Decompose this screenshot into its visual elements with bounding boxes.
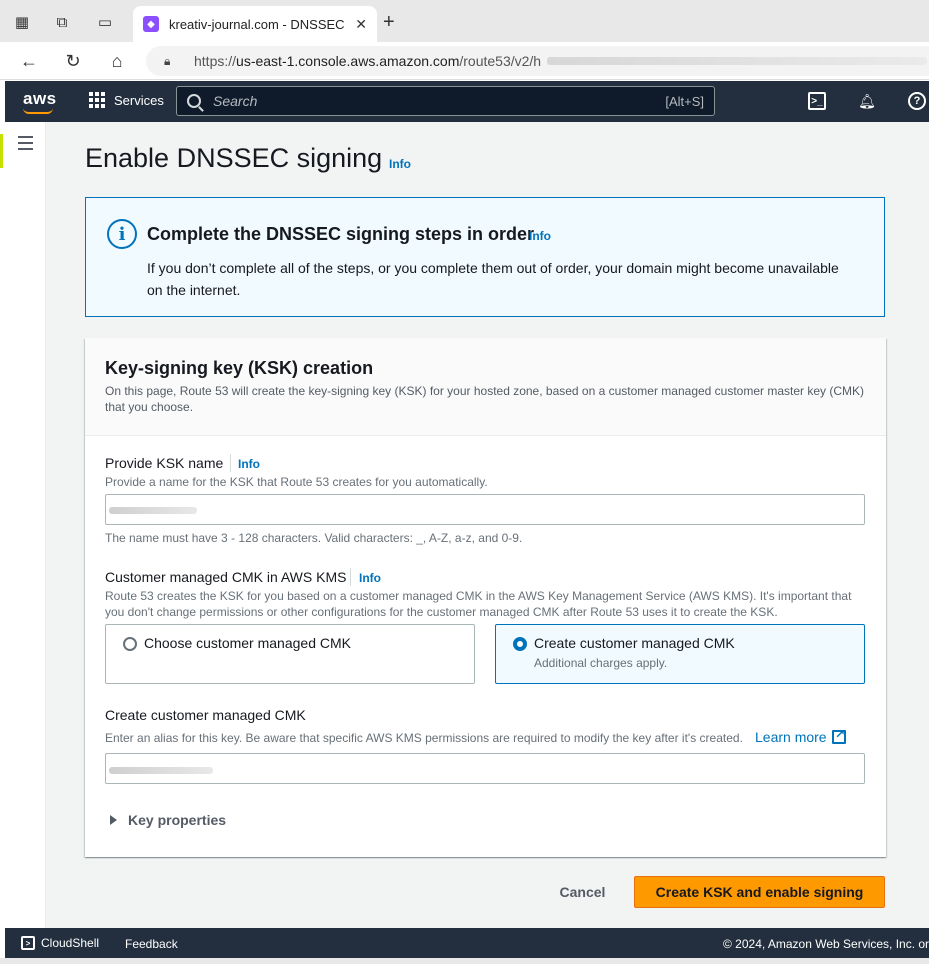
learn-more-link[interactable]: Learn more [755, 729, 827, 745]
route53-favicon-icon: ◆ [143, 16, 159, 32]
cmk-info-link[interactable]: Info [359, 571, 381, 585]
cmk-label: Customer managed CMK in AWS KMS [105, 569, 347, 585]
label-divider [350, 568, 351, 586]
panel-title: Key-signing key (KSK) creation [105, 358, 374, 378]
ksk-name-description: Provide a name for the KSK that Route 53… [105, 475, 488, 489]
services-menu-button[interactable]: Services [89, 92, 164, 108]
create-cmk-description: Enter an alias for this key. Be aware th… [105, 731, 743, 745]
url-host: us-east-1.console.aws.amazon.com [236, 53, 460, 69]
reload-icon[interactable]: ↻ [62, 50, 84, 72]
ksk-name-input[interactable] [105, 494, 865, 525]
radio-create-cmk[interactable] [513, 637, 527, 651]
cmk-alias-redacted-value [109, 767, 213, 774]
search-shortcut: [Alt+S] [665, 93, 704, 109]
side-navigation [5, 122, 46, 928]
help-icon[interactable]: ? [908, 92, 926, 110]
alert-info-link[interactable]: Info [529, 229, 551, 243]
grid-icon [89, 92, 105, 108]
close-tab-icon[interactable]: ✕ [355, 16, 367, 33]
workspaces-icon[interactable]: ⧉ [52, 12, 72, 32]
page-info-link[interactable]: Info [389, 157, 411, 171]
tab-actions-icon[interactable]: ▭ [95, 12, 115, 32]
caret-right-icon [110, 815, 117, 825]
copyright-text: © 2024, Amazon Web Services, Inc. or [723, 937, 929, 951]
cloudshell-label: CloudShell [41, 936, 100, 950]
ksk-name-constraint: The name must have 3 - 128 characters. V… [105, 531, 523, 545]
aws-top-nav: aws Services Search [Alt+S] >_ 🔔︎ ? [5, 81, 929, 122]
new-tab-icon[interactable]: + [383, 11, 395, 34]
feedback-link[interactable]: Feedback [125, 937, 178, 951]
lock-icon: 🔒︎ [164, 53, 171, 68]
services-label: Services [114, 92, 164, 108]
ksk-name-redacted-value [109, 507, 197, 514]
url-path: /route53/v2/h [459, 53, 542, 69]
alert-text: If you don’t complete all of the steps, … [147, 260, 839, 298]
choose-cmk-label: Choose customer managed CMK [144, 635, 351, 651]
edge-marker [0, 134, 3, 168]
cloudshell-footer-button[interactable]: > CloudShell [21, 936, 99, 950]
create-cmk-field-label: Create customer managed CMK [105, 707, 306, 723]
info-circle-icon: i [107, 219, 137, 249]
window-bottom-strip [0, 958, 929, 964]
ksk-name-label: Provide KSK name [105, 455, 224, 471]
cmk-alias-input[interactable] [105, 753, 865, 784]
aws-logo[interactable]: aws [23, 89, 57, 109]
search-input[interactable]: Search [Alt+S] [176, 86, 715, 116]
home-icon[interactable]: ⌂ [106, 50, 128, 72]
browser-address-bar: ← ↻ ⌂ 🔒︎ https:// us-east-1.console.aws.… [0, 42, 929, 80]
info-alert: i Complete the DNSSEC signing steps in o… [85, 197, 885, 317]
search-placeholder: Search [213, 93, 258, 109]
external-link-icon[interactable] [832, 727, 846, 744]
alert-title: Complete the DNSSEC signing steps in ord… [147, 224, 535, 244]
tab-title: kreativ-journal.com - DNSSEC sig [169, 16, 348, 32]
profile-avatar-icon[interactable]: ▦ [12, 12, 32, 32]
panel-header: Key-signing key (KSK) creation On this p… [85, 338, 886, 436]
radio-choose-cmk[interactable] [123, 637, 137, 651]
panel-description: On this page, Route 53 will create the k… [105, 384, 865, 414]
create-cmk-label: Create customer managed CMK [534, 635, 735, 651]
cancel-button[interactable]: Cancel [540, 876, 625, 908]
hamburger-menu-icon[interactable] [18, 136, 33, 154]
browser-tab-active[interactable]: ◆ kreativ-journal.com - DNSSEC sig ✕ [133, 6, 377, 42]
cloudshell-icon: > [21, 936, 35, 950]
page-title: Enable DNSSEC signing [85, 143, 383, 173]
label-divider [230, 454, 231, 472]
radio-tile-create-cmk[interactable]: Create customer managed CMK Additional c… [495, 624, 865, 684]
radio-tile-choose-cmk[interactable]: Choose customer managed CMK [105, 624, 475, 684]
search-icon [187, 94, 201, 108]
notifications-bell-icon[interactable]: 🔔︎ [858, 92, 876, 110]
url-redacted [547, 57, 928, 65]
back-icon[interactable]: ← [18, 50, 40, 72]
key-properties-expander[interactable]: Key properties [110, 812, 226, 828]
url-prefix: https:// [194, 53, 237, 69]
key-properties-label: Key properties [128, 812, 227, 828]
browser-tab-bar: ▦ ⧉ ▭ ◆ kreativ-journal.com - DNSSEC sig… [0, 0, 929, 42]
create-cmk-sublabel: Additional charges apply. [534, 656, 668, 670]
create-ksk-button[interactable]: Create KSK and enable signing [634, 876, 885, 908]
aws-logo-smile-icon [23, 108, 53, 114]
ksk-name-info-link[interactable]: Info [238, 457, 260, 471]
url-field[interactable]: 🔒︎ https:// us-east-1.console.aws.amazon… [146, 46, 929, 76]
console-footer: > CloudShell Feedback © 2024, Amazon Web… [5, 928, 929, 958]
cloudshell-icon[interactable]: >_ [808, 92, 826, 110]
cmk-description: Route 53 creates the KSK for you based o… [105, 589, 852, 619]
